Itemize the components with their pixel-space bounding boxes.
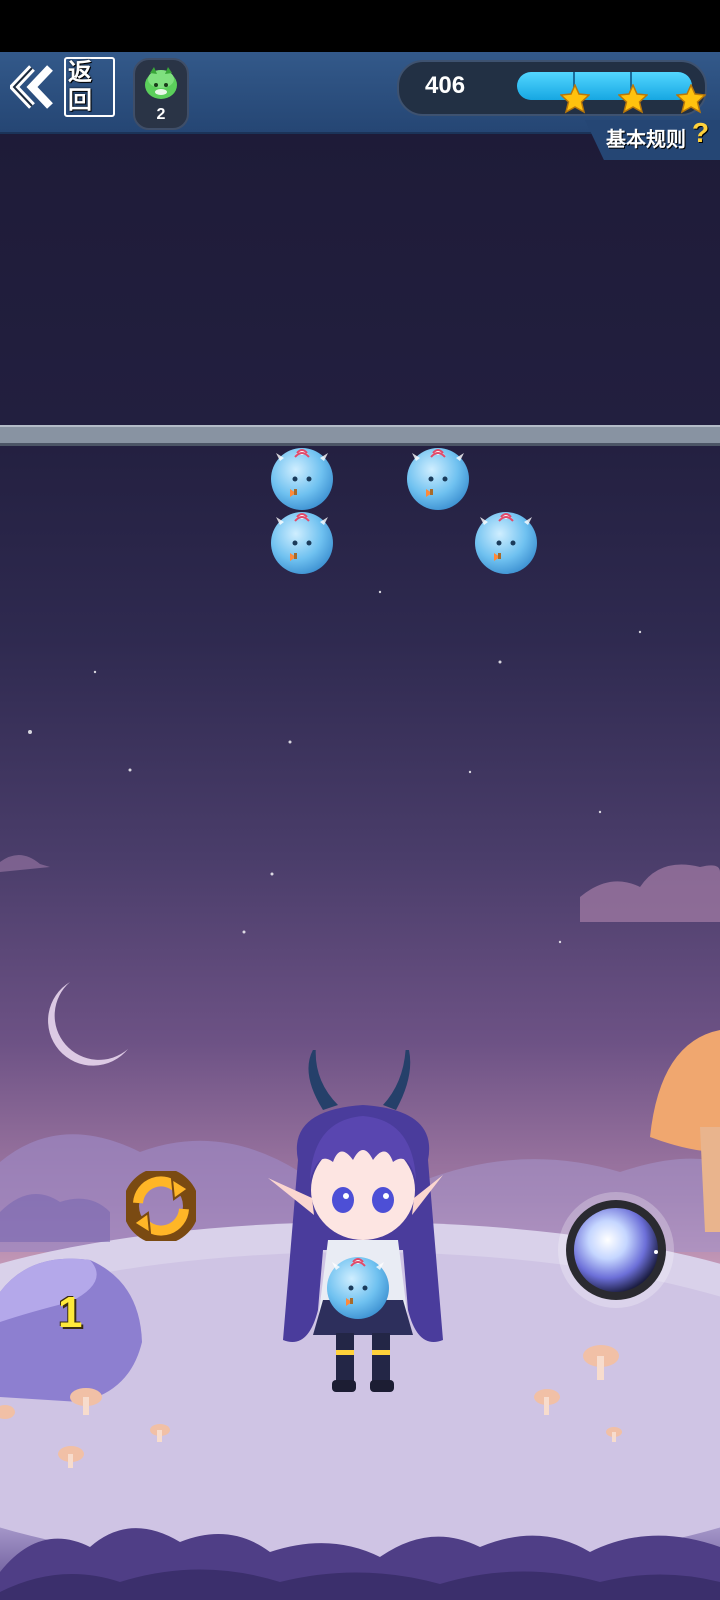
lives-badge: 2 <box>133 58 189 130</box>
score-panel: 406 <box>397 60 707 116</box>
status-bar <box>0 0 720 52</box>
score-value: 406 <box>425 72 466 99</box>
back-label: 返回 <box>64 57 115 117</box>
lives-count: 2 <box>156 106 166 123</box>
rules-label[interactable]: 基本规则 <box>606 123 686 152</box>
power-orb-icon <box>558 1192 674 1308</box>
swap-arrows-icon <box>126 1171 196 1241</box>
help-icon[interactable]: ? <box>692 117 709 149</box>
score-progress-fill <box>517 72 692 100</box>
shooter-character[interactable] <box>268 1050 458 1410</box>
remaining-shots-count: 1 <box>58 1288 83 1337</box>
bubble-blue-creature <box>268 507 336 575</box>
star-icon <box>618 84 648 114</box>
back-button[interactable]: 返回 <box>10 57 115 117</box>
current-bubble <box>324 1252 392 1320</box>
star-icon <box>676 84 706 114</box>
bubble-blue-creature <box>268 443 336 511</box>
power-orb-button[interactable] <box>558 1192 674 1308</box>
swap-bubble-button[interactable] <box>126 1171 196 1241</box>
double-chevron-left-icon <box>10 64 60 110</box>
star-icon <box>560 84 590 114</box>
score-progress-bar <box>517 72 692 100</box>
bubble-ceiling <box>0 425 720 446</box>
green-creature-icon <box>142 65 180 101</box>
bubble-blue-creature <box>404 443 472 511</box>
bubble-blue-creature <box>472 507 540 575</box>
